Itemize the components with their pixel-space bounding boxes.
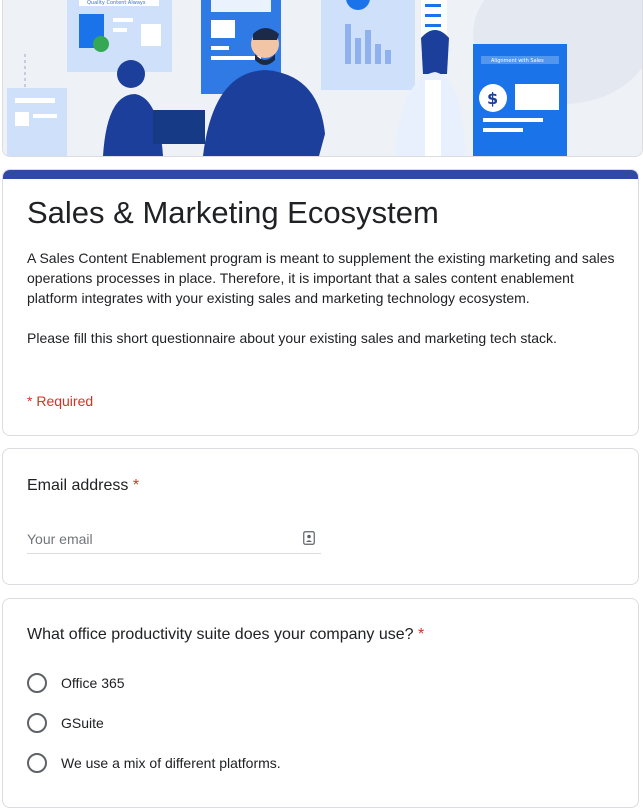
email-question-card: Email address * — [2, 448, 639, 585]
option-mix-platforms[interactable]: We use a mix of different platforms. — [27, 753, 281, 773]
required-note: * Required — [27, 393, 94, 409]
required-asterisk: * — [418, 626, 425, 643]
option-gsuite[interactable]: GSuite — [27, 713, 281, 733]
radio-button[interactable] — [27, 673, 47, 693]
svg-text:$: $ — [487, 89, 498, 108]
team-illustration: Quality Content Always Alignment with Sa… — [3, 0, 642, 156]
contact-card-icon[interactable] — [303, 531, 315, 545]
option-label: Office 365 — [61, 675, 125, 691]
email-label: Email address * — [27, 477, 139, 495]
option-label: We use a mix of different platforms. — [61, 755, 281, 771]
suite-question-card: What office productivity suite does your… — [2, 598, 639, 808]
suite-question-label: What office productivity suite does your… — [27, 626, 424, 644]
email-field[interactable] — [27, 531, 287, 547]
option-office-365[interactable]: Office 365 — [27, 673, 281, 693]
radio-button[interactable] — [27, 753, 47, 773]
radio-button[interactable] — [27, 713, 47, 733]
header-illustration: Quality Content Always Alignment with Sa… — [2, 0, 643, 157]
svg-text:Alignment with Sales: Alignment with Sales — [491, 58, 544, 64]
svg-text:Quality Content Always: Quality Content Always — [87, 0, 146, 6]
description-paragraph: A Sales Content Enablement program is me… — [27, 250, 615, 306]
email-field-container — [27, 529, 321, 554]
question-text: Email address — [27, 477, 129, 494]
form-title: Sales & Marketing Ecosystem — [27, 195, 439, 230]
form-description: A Sales Content Enablement program is me… — [27, 248, 617, 348]
form-header-card: Sales & Marketing Ecosystem A Sales Cont… — [2, 169, 639, 436]
question-text: What office productivity suite does your… — [27, 626, 414, 643]
accent-bar — [3, 170, 638, 179]
option-label: GSuite — [61, 715, 104, 731]
radio-group: Office 365 GSuite We use a mix of differ… — [27, 673, 281, 793]
required-asterisk: * — [132, 477, 140, 494]
description-paragraph: Please fill this short questionnaire abo… — [27, 330, 557, 346]
